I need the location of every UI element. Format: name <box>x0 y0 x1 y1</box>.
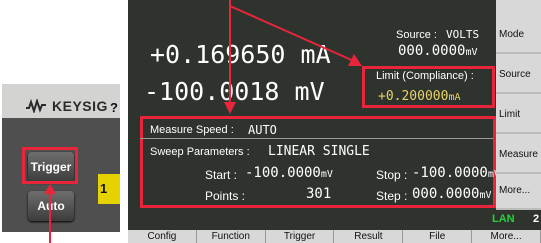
softkey-limit[interactable]: Limit <box>496 96 541 134</box>
softkey-measure[interactable]: Measure <box>496 136 541 174</box>
points-label: Points : <box>205 189 246 203</box>
bottom-key-function[interactable]: Function <box>197 230 266 243</box>
lan-indicator: LAN <box>492 213 515 225</box>
source-value-unit: mV <box>465 47 478 58</box>
bottom-key-more[interactable]: More... <box>472 230 541 243</box>
bottom-key-file[interactable]: File <box>403 230 473 243</box>
trigger-arrow-head <box>44 184 56 194</box>
help-mark: ? <box>110 100 118 115</box>
trigger-highlight-box <box>22 147 78 184</box>
secondary-reading: -100.0018 mV <box>144 77 325 106</box>
stop-label: Stop : <box>376 168 408 182</box>
sweep-label: Sweep Parameters : <box>150 146 250 158</box>
measure-speed-label: Measure Speed : <box>150 124 234 136</box>
bottom-softkey-row: Config Function Trigger Result File More… <box>128 230 541 243</box>
bottom-key-config[interactable]: Config <box>128 230 197 243</box>
side-softkey-column: Mode Source Limit Measure More... <box>496 0 541 210</box>
instrument-display: +0.169650 mA -100.0018 mV Source : VOLTS… <box>128 0 541 243</box>
source-value-number: 000.0000 <box>398 43 466 59</box>
softkey-mode[interactable]: Mode <box>496 16 541 54</box>
stop-value-number: -100.0000 <box>412 165 488 181</box>
source-mode: VOLTS <box>446 28 480 41</box>
start-value-unit: mV <box>320 169 333 180</box>
limit-value: +0.200000mA <box>378 89 461 104</box>
step-value-unit: mV <box>479 190 492 201</box>
softkey-more[interactable]: More... <box>496 172 541 210</box>
softkey-source[interactable]: Source <box>496 56 541 94</box>
step-value-number: 000.0000 <box>412 186 480 202</box>
sweep-value: LINEAR SINGLE <box>268 144 370 159</box>
primary-reading: +0.169650 mA <box>150 40 331 69</box>
limit-value-unit: mA <box>448 92 461 103</box>
settings-divider <box>140 138 493 139</box>
bottom-key-result[interactable]: Result <box>334 230 404 243</box>
bottom-key-trigger[interactable]: Trigger <box>266 230 335 243</box>
brand-name: KEYSIG <box>52 98 108 114</box>
lan-number: 2 <box>533 213 540 225</box>
panel-channel-indicator: 1 <box>98 174 120 204</box>
source-value: 000.0000mV <box>398 43 477 59</box>
stop-value: -100.0000mV <box>412 165 500 181</box>
channel-number: 1 <box>100 181 108 196</box>
source-label: Source : <box>396 29 437 41</box>
start-value-number: -100.0000 <box>245 165 321 181</box>
auto-button[interactable]: Auto <box>28 191 74 221</box>
limit-label: Limit (Compliance) : <box>376 70 474 82</box>
points-value: 301 <box>306 186 332 202</box>
step-value: 000.0000mV <box>412 186 491 202</box>
step-label: Step : <box>376 189 408 203</box>
measure-speed-value: AUTO <box>248 123 277 137</box>
keysight-logo-icon <box>26 99 46 113</box>
start-label: Start : <box>205 168 238 182</box>
limit-value-number: +0.200000 <box>378 89 449 104</box>
start-value: -100.0000mV <box>245 165 333 181</box>
